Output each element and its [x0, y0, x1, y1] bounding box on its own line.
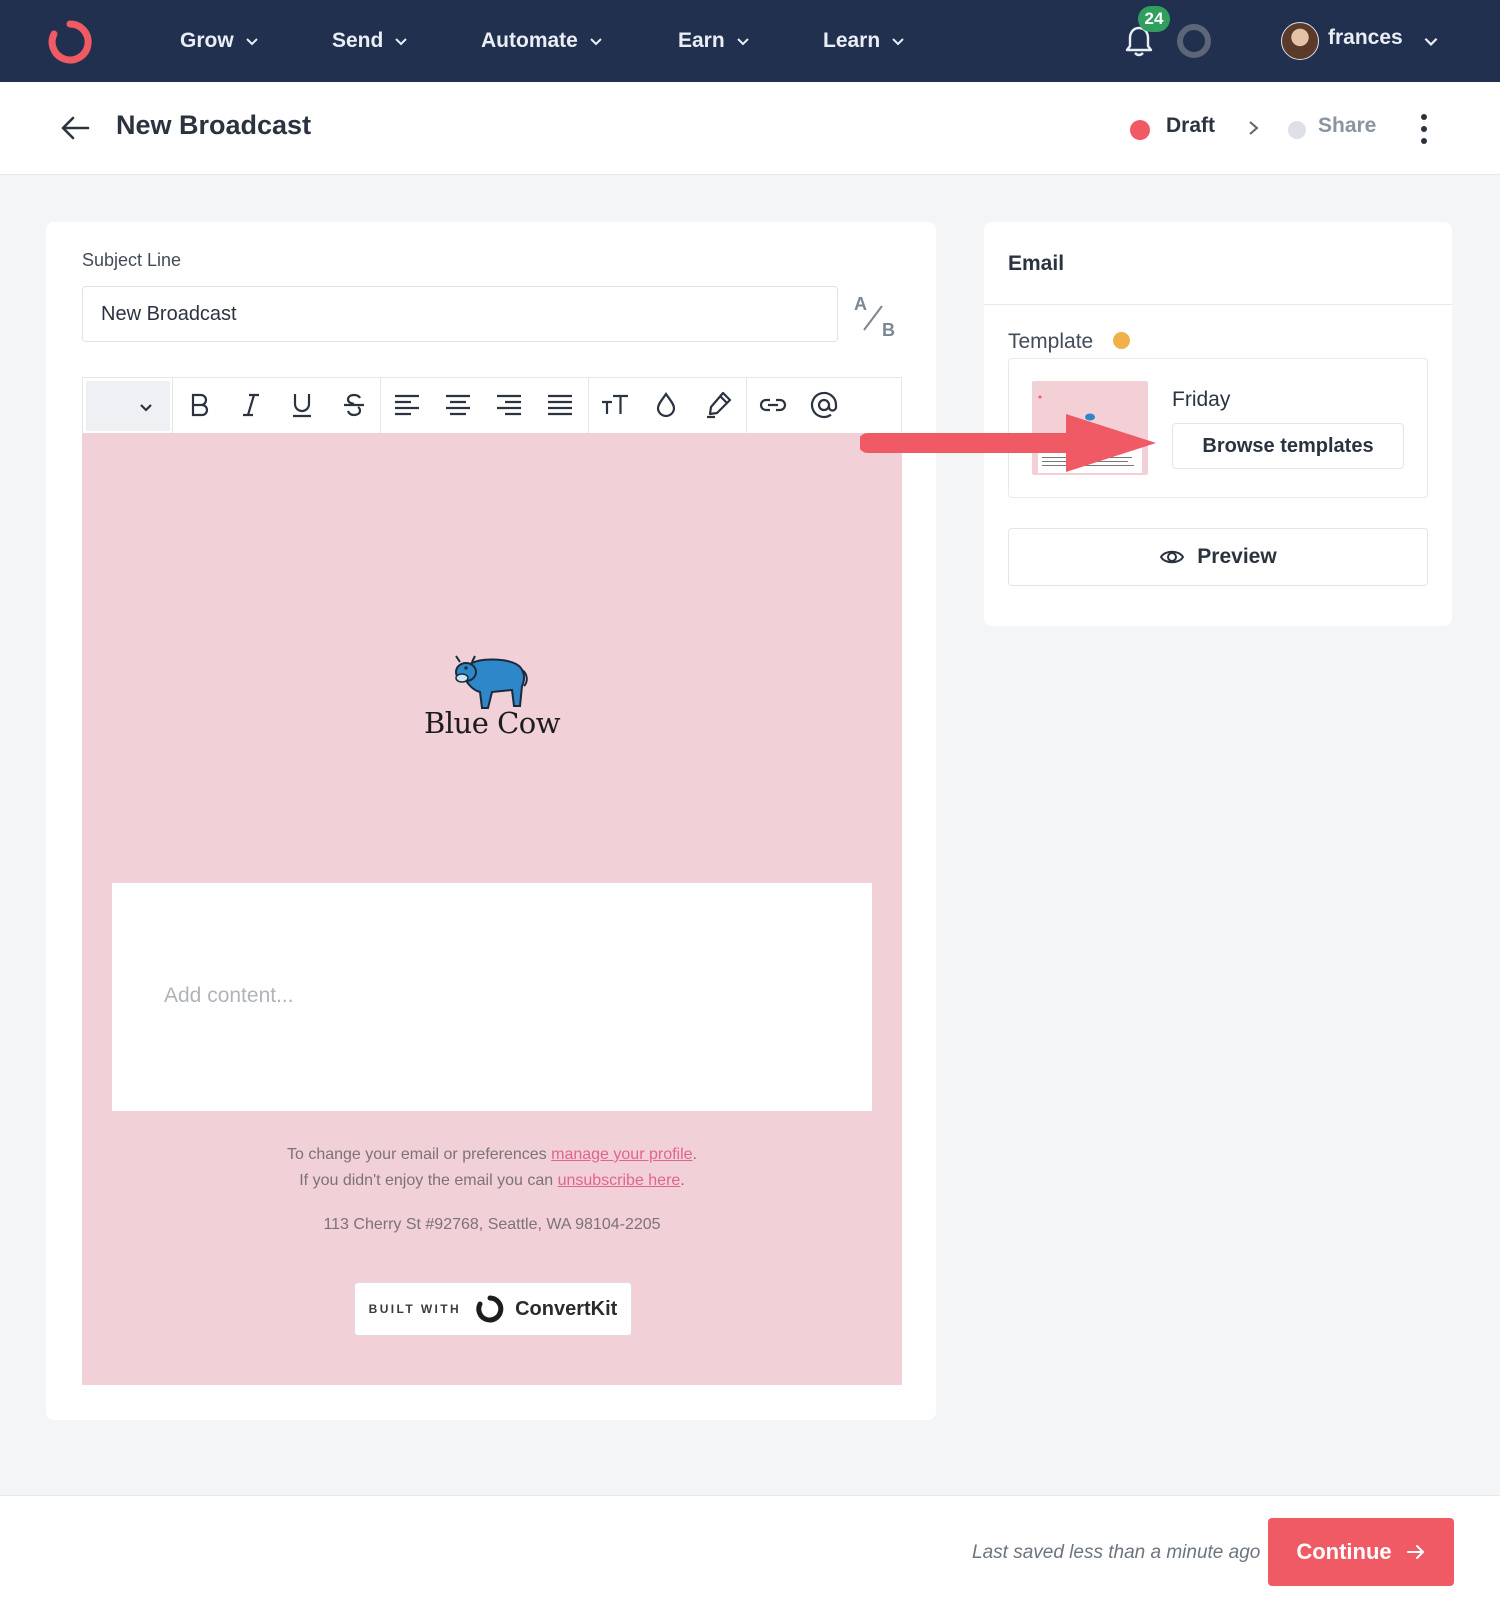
- bold-icon: [191, 393, 209, 417]
- browse-templates-button[interactable]: Browse templates: [1172, 423, 1404, 469]
- avatar[interactable]: [1281, 22, 1319, 60]
- text-style-select[interactable]: [86, 381, 170, 431]
- arrow-right-icon: [1406, 1545, 1424, 1559]
- bold-button[interactable]: [184, 390, 214, 420]
- chevron-down-icon: [590, 38, 602, 46]
- preview-button[interactable]: Preview: [1008, 528, 1428, 586]
- template-label: Template: [1008, 330, 1094, 353]
- italic-icon: [243, 393, 259, 417]
- convertkit-logo-icon[interactable]: [46, 18, 94, 66]
- email-section-title: Email: [1008, 252, 1065, 275]
- more-options-icon[interactable]: [1418, 112, 1430, 146]
- text-color-drop-icon: [656, 392, 676, 418]
- built-with-label: BUILT WITH: [368, 1302, 462, 1316]
- underline-icon: [293, 394, 311, 418]
- nav-send[interactable]: Send: [332, 0, 409, 82]
- template-indicator-dot: [1113, 332, 1130, 349]
- subject-line-input[interactable]: [82, 286, 838, 342]
- chevron-right-icon: [1249, 121, 1259, 135]
- status-ring-icon[interactable]: [1177, 24, 1211, 58]
- username[interactable]: frances: [1328, 26, 1403, 50]
- align-center-button[interactable]: [443, 390, 473, 420]
- toolbar-divider: [172, 377, 173, 433]
- content-placeholder[interactable]: Add content...: [164, 984, 294, 1008]
- link-button[interactable]: [758, 390, 788, 420]
- nav-grow-label: Grow: [180, 29, 234, 52]
- footer-line1-text: To change your email or preferences: [286, 1146, 552, 1163]
- back-arrow-icon[interactable]: [58, 112, 92, 144]
- annotation-arrow-icon: [860, 414, 1156, 472]
- template-name: Friday: [1172, 388, 1231, 411]
- nav-send-label: Send: [332, 29, 384, 52]
- align-left-button[interactable]: [392, 390, 422, 420]
- link-icon: [759, 398, 787, 412]
- nav-earn[interactable]: Earn: [678, 0, 751, 82]
- built-with-convertkit-badge[interactable]: BUILT WITH ConvertKit: [354, 1282, 632, 1336]
- nav-automate-label: Automate: [481, 29, 578, 52]
- step-draft[interactable]: Draft: [1166, 114, 1215, 138]
- toolbar-divider: [380, 377, 381, 433]
- blue-cow-logo-icon: [455, 655, 528, 709]
- align-right-icon: [497, 394, 521, 416]
- unsubscribe-link[interactable]: unsubscribe here: [558, 1172, 681, 1189]
- nav-learn-label: Learn: [823, 29, 881, 52]
- share-status-dot: [1288, 121, 1306, 139]
- footer-line2-suffix: .: [680, 1172, 685, 1189]
- toolbar-divider: [588, 377, 589, 433]
- footer-line1-suffix: .: [692, 1146, 697, 1163]
- nav-learn[interactable]: Learn: [823, 0, 906, 82]
- underline-button[interactable]: [287, 390, 317, 420]
- align-left-icon: [395, 394, 419, 416]
- chevron-down-icon: [892, 38, 904, 46]
- highlight-button[interactable]: [703, 390, 733, 420]
- page-title: New Broadcast: [116, 110, 312, 140]
- ab-test-a: A: [854, 294, 867, 314]
- font-size-icon: [602, 394, 628, 414]
- align-center-icon: [446, 394, 470, 416]
- convertkit-logo-icon: [476, 1295, 504, 1323]
- last-saved-status: Last saved less than a minute ago: [972, 1542, 1261, 1563]
- ab-test-icon[interactable]: A B: [852, 294, 898, 340]
- section-divider: [984, 304, 1452, 305]
- manage-profile-link[interactable]: manage your profile: [551, 1146, 692, 1163]
- continue-label: Continue: [1296, 1539, 1392, 1564]
- brand-name: Blue Cow: [423, 706, 561, 740]
- highlighter-icon: [707, 391, 732, 419]
- preview-label: Preview: [1197, 545, 1277, 568]
- footer-address: 113 Cherry St #92768, Seattle, WA 98104-…: [323, 1216, 661, 1233]
- justify-icon: [548, 394, 572, 416]
- align-right-button[interactable]: [494, 390, 524, 420]
- chevron-down-icon: [736, 38, 749, 46]
- justify-button[interactable]: [545, 390, 575, 420]
- mention-button[interactable]: [809, 390, 839, 420]
- notification-badge: 24: [1138, 6, 1170, 32]
- continue-button[interactable]: Continue: [1268, 1518, 1454, 1586]
- strikethrough-button[interactable]: [339, 390, 369, 420]
- subject-line-label: Subject Line: [82, 250, 182, 270]
- italic-button[interactable]: [236, 390, 266, 420]
- step-share[interactable]: Share: [1318, 114, 1376, 138]
- nav-automate[interactable]: Automate: [481, 0, 604, 82]
- convertkit-wordmark: ConvertKit: [515, 1297, 618, 1320]
- footer-preferences-line: To change your email or preferences mana…: [82, 1146, 902, 1164]
- at-sign-icon: [810, 391, 838, 419]
- eye-icon: [1160, 550, 1185, 564]
- text-color-button[interactable]: [651, 390, 681, 420]
- draft-status-dot: [1130, 120, 1150, 140]
- strikethrough-icon: [344, 393, 364, 417]
- chevron-down-icon: [245, 38, 258, 46]
- chevron-down-icon[interactable]: [1422, 32, 1440, 50]
- ab-test-b: B: [882, 320, 895, 340]
- footer-line2-text: If you didn't enjoy the email you can: [299, 1172, 558, 1189]
- footer-unsubscribe-line: If you didn't enjoy the email you can un…: [82, 1172, 902, 1190]
- nav-grow[interactable]: Grow: [180, 0, 260, 82]
- font-size-button[interactable]: [600, 390, 630, 420]
- chevron-down-icon: [140, 404, 152, 412]
- toolbar-divider: [746, 377, 747, 433]
- nav-earn-label: Earn: [678, 29, 725, 52]
- chevron-down-icon: [395, 38, 408, 46]
